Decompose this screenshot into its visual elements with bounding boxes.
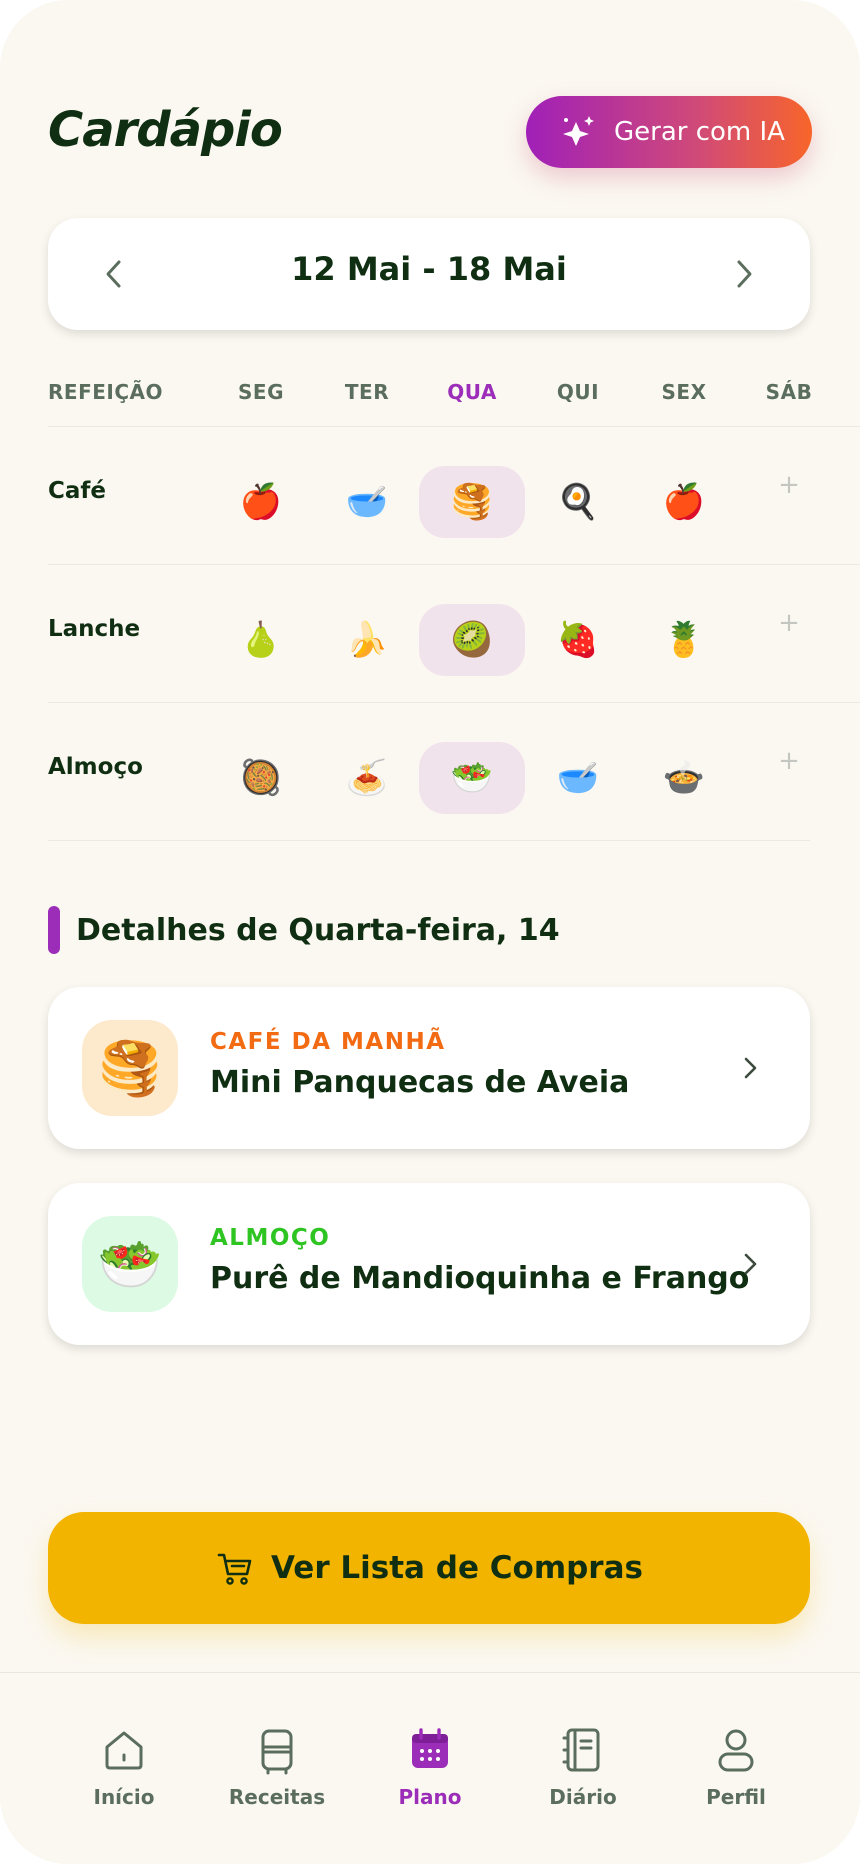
app-screen: Cardápio Gerar com IA 12 Mai - 18 Mai RE… (0, 0, 860, 1864)
home-icon (105, 1731, 143, 1770)
accent-bar (48, 906, 60, 954)
generate-ai-button[interactable]: Gerar com IA (526, 96, 812, 168)
calendar-icon (412, 1728, 448, 1768)
fridge-icon (261, 1729, 293, 1775)
meal-grid-header: REFEIÇÃO SEG TER QUA QUI SEX SÁB (0, 380, 860, 416)
meal-cell[interactable]: 🍳 (525, 466, 631, 538)
tab-perfil[interactable]: Perfil (661, 1725, 811, 1809)
tab-diario[interactable]: Diário (508, 1725, 658, 1809)
meal-cell[interactable]: 🍲 (631, 742, 737, 814)
meal-cell[interactable]: 🍎 (208, 466, 314, 538)
tab-label: Diário (549, 1785, 617, 1809)
meal-name: Purê de Mandioquinha e Frango (210, 1261, 750, 1296)
tab-label: Perfil (706, 1785, 766, 1809)
tab-label: Início (93, 1785, 155, 1809)
meal-cell[interactable]: 🥘 (208, 742, 314, 814)
meal-cell[interactable]: 🍐 (208, 604, 314, 676)
day-header-qui[interactable]: QUI (557, 380, 599, 404)
add-meal-button[interactable]: + (736, 604, 842, 668)
meal-row-lanche: Lanche 🍐 🍌 🥝 🍓 🍍 + (0, 582, 860, 720)
meal-cell[interactable]: 🍓 (525, 604, 631, 676)
generate-ai-label: Gerar com IA (614, 117, 785, 147)
header: Cardápio Gerar com IA (48, 96, 812, 168)
meal-category: ALMOÇO (210, 1225, 331, 1251)
meal-cell[interactable]: 🥣 (525, 742, 631, 814)
chevron-right-icon (744, 1057, 757, 1079)
meal-row-label: Lanche (48, 616, 141, 642)
day-header-sex[interactable]: SEX (662, 380, 707, 404)
meal-thumbnail: 🥞 (82, 1020, 178, 1116)
journal-icon (562, 1728, 600, 1772)
meal-cell-selected[interactable]: 🥝 (419, 604, 525, 676)
meal-cell-selected[interactable]: 🥞 (419, 466, 525, 538)
details-heading: Detalhes de Quarta-feira, 14 (48, 906, 560, 954)
meal-cell-selected[interactable]: 🥗 (419, 742, 525, 814)
user-icon (718, 1729, 754, 1772)
meal-row-label: Café (48, 478, 107, 504)
chevron-right-icon[interactable] (720, 250, 768, 298)
meal-column-header: REFEIÇÃO (48, 380, 163, 404)
details-title: Detalhes de Quarta-feira, 14 (76, 912, 560, 948)
tab-label: Plano (398, 1785, 462, 1809)
meal-cell[interactable]: 🍌 (314, 604, 420, 676)
shopping-list-button[interactable]: Ver Lista de Compras (48, 1512, 810, 1624)
meal-row-almoco: Almoço 🥘 🍝 🥗 🥣 🍲 + (0, 720, 860, 858)
day-header-sab[interactable]: SÁB (766, 380, 813, 404)
divider (48, 564, 860, 565)
day-header-seg[interactable]: SEG (238, 380, 284, 404)
tab-label: Receitas (228, 1785, 326, 1809)
tab-inicio[interactable]: Início (49, 1725, 199, 1809)
bottom-nav: Início Receitas Plano Diário Perfil (0, 1672, 860, 1864)
page-title: Cardápio (48, 102, 283, 158)
tab-plano[interactable]: Plano (355, 1725, 505, 1809)
shopping-list-label: Ver Lista de Compras (271, 1550, 643, 1586)
add-meal-button[interactable]: + (736, 742, 842, 806)
chevron-right-icon (744, 1253, 757, 1275)
day-header-qua[interactable]: QUA (447, 380, 497, 404)
meal-card-breakfast[interactable]: 🥞 CAFÉ DA MANHÃ Mini Panquecas de Aveia (48, 987, 810, 1149)
divider (48, 426, 860, 427)
sparkle-icon (563, 116, 594, 146)
add-meal-button[interactable]: + (736, 466, 842, 530)
meal-cell[interactable]: 🍝 (314, 742, 420, 814)
meal-row-cafe: Café 🍎 🥣 🥞 🍳 🍎 + (0, 444, 860, 582)
meal-cell[interactable]: 🍍 (631, 604, 737, 676)
divider (48, 840, 810, 841)
meal-card-lunch[interactable]: 🥗 ALMOÇO Purê de Mandioquinha e Frango (48, 1183, 810, 1345)
meal-thumbnail: 🥗 (82, 1216, 178, 1312)
meal-cell[interactable]: 🥣 (314, 466, 420, 538)
week-range: 12 Mai - 18 Mai (291, 250, 567, 288)
meal-category: CAFÉ DA MANHÃ (210, 1029, 446, 1055)
divider (48, 702, 860, 703)
meal-cell[interactable]: 🍎 (631, 466, 737, 538)
day-header-ter[interactable]: TER (345, 380, 389, 404)
meal-name: Mini Panquecas de Aveia (210, 1065, 630, 1100)
meal-row-label: Almoço (48, 754, 143, 780)
tab-receitas[interactable]: Receitas (202, 1725, 352, 1809)
week-selector: 12 Mai - 18 Mai (48, 218, 810, 330)
cart-icon (217, 1553, 252, 1585)
